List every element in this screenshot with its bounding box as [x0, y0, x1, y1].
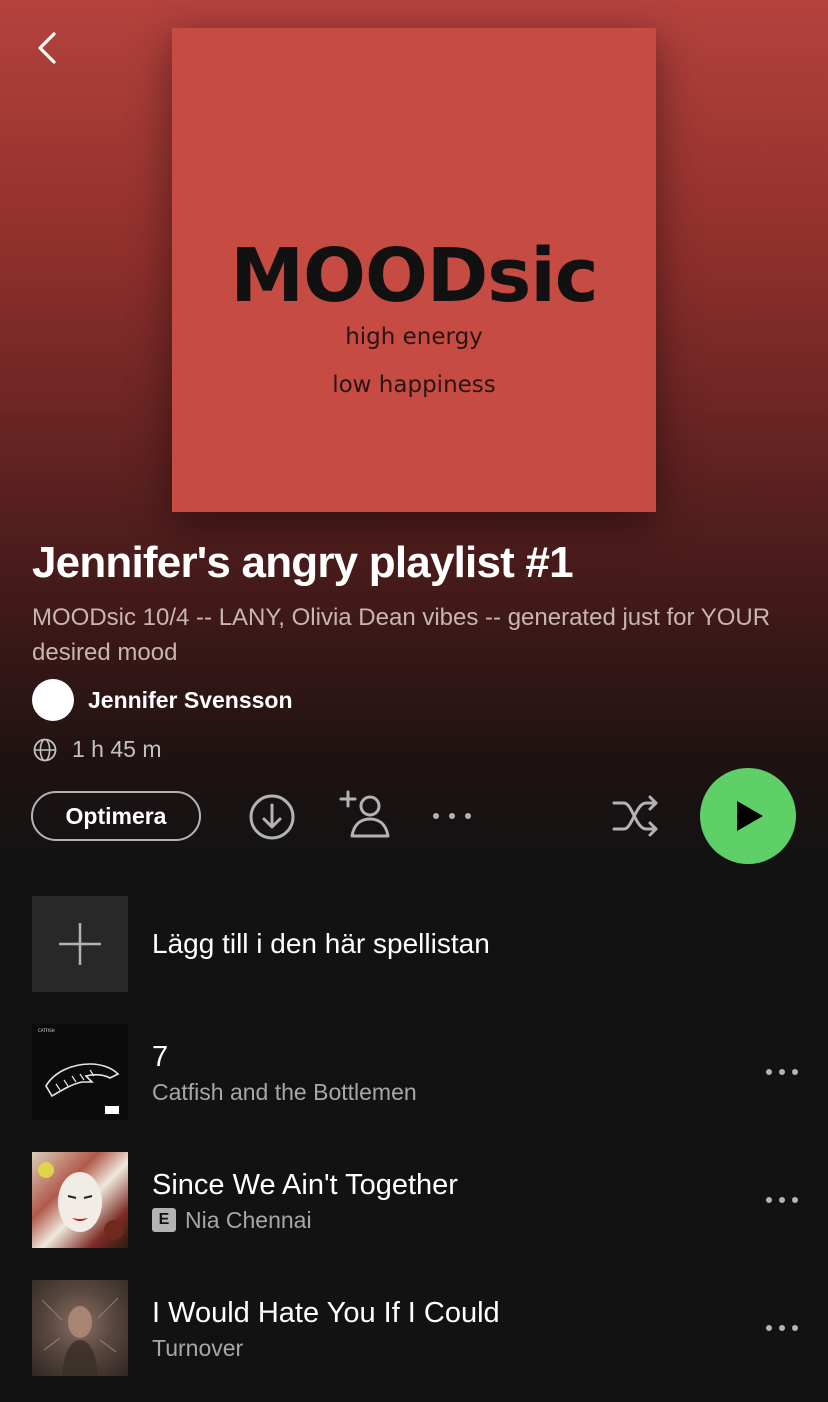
track-info: I Would Hate You If I Could Turnover — [152, 1295, 762, 1362]
track-info: Since We Ain't Together E Nia Chennai — [152, 1167, 762, 1234]
play-icon — [737, 801, 763, 831]
track-artist: Turnover — [152, 1334, 244, 1361]
playlist-meta: 1 h 45 m — [32, 736, 162, 763]
more-icon — [766, 1069, 798, 1075]
back-icon — [38, 32, 56, 64]
owner-name[interactable]: Jennifer Svensson — [88, 687, 293, 714]
album-art: CATFISH — [32, 1024, 128, 1120]
playlist-description: MOODsic 10/4 -- LANY, Olivia Dean vibes … — [32, 604, 771, 666]
track-artist-row: Turnover — [152, 1335, 762, 1362]
plus-icon — [59, 923, 101, 965]
add-collaborator-button[interactable] — [338, 788, 392, 842]
track-row[interactable]: CATFISH 7 Catfish and the Bottlemen — [32, 1024, 802, 1120]
svg-text:CATFISH: CATFISH — [38, 1028, 55, 1033]
back-button[interactable] — [32, 30, 64, 66]
play-button[interactable] — [700, 768, 796, 864]
album-art — [32, 1152, 128, 1248]
track-title: Since We Ain't Together — [152, 1168, 458, 1201]
add-tile[interactable] — [32, 896, 128, 992]
playlist-duration: 1 h 45 m — [72, 736, 162, 762]
shuffle-button[interactable] — [610, 793, 662, 839]
add-user-icon — [339, 790, 390, 838]
more-icon — [766, 1197, 798, 1203]
avatar[interactable] — [32, 679, 74, 721]
more-icon — [433, 813, 471, 819]
add-to-playlist-label[interactable]: Lägg till i den här spellistan — [152, 928, 490, 960]
download-icon — [249, 794, 295, 840]
more-icon — [766, 1325, 798, 1331]
album-art — [32, 1280, 128, 1376]
optimize-button[interactable]: Optimera — [31, 791, 201, 841]
track-artist-row: Catfish and the Bottlemen — [152, 1079, 762, 1106]
add-to-playlist-row[interactable]: Lägg till i den här spellistan — [32, 896, 802, 992]
playlist-title: Jennifer's angry playlist #1 — [32, 538, 574, 587]
cover-subtitle-energy: high energy — [345, 324, 483, 350]
track-title: 7 — [152, 1040, 169, 1073]
download-button[interactable] — [246, 791, 298, 843]
cover-title: MOODsic — [230, 233, 598, 319]
track-more-button[interactable] — [762, 1185, 802, 1215]
track-more-button[interactable] — [762, 1057, 802, 1087]
track-title: I Would Hate You If I Could — [152, 1296, 500, 1329]
explicit-badge: E — [152, 1208, 176, 1232]
track-artist: Nia Chennai — [185, 1206, 312, 1233]
shuffle-icon — [612, 795, 658, 837]
playlist-cover: MOODsic high energy low happiness — [172, 28, 656, 512]
track-row[interactable]: Since We Ain't Together E Nia Chennai — [32, 1152, 802, 1248]
globe-icon — [33, 738, 57, 761]
track-row[interactable]: I Would Hate You If I Could Turnover — [32, 1280, 802, 1376]
more-options-button[interactable] — [428, 800, 476, 832]
track-artist: Catfish and the Bottlemen — [152, 1078, 417, 1105]
track-info: 7 Catfish and the Bottlemen — [152, 1039, 762, 1106]
playlist-owner[interactable]: Jennifer Svensson — [32, 679, 293, 721]
track-more-button[interactable] — [762, 1313, 802, 1343]
cover-subtitle-happiness: low happiness — [332, 372, 496, 398]
track-artist-row: E Nia Chennai — [152, 1207, 762, 1234]
